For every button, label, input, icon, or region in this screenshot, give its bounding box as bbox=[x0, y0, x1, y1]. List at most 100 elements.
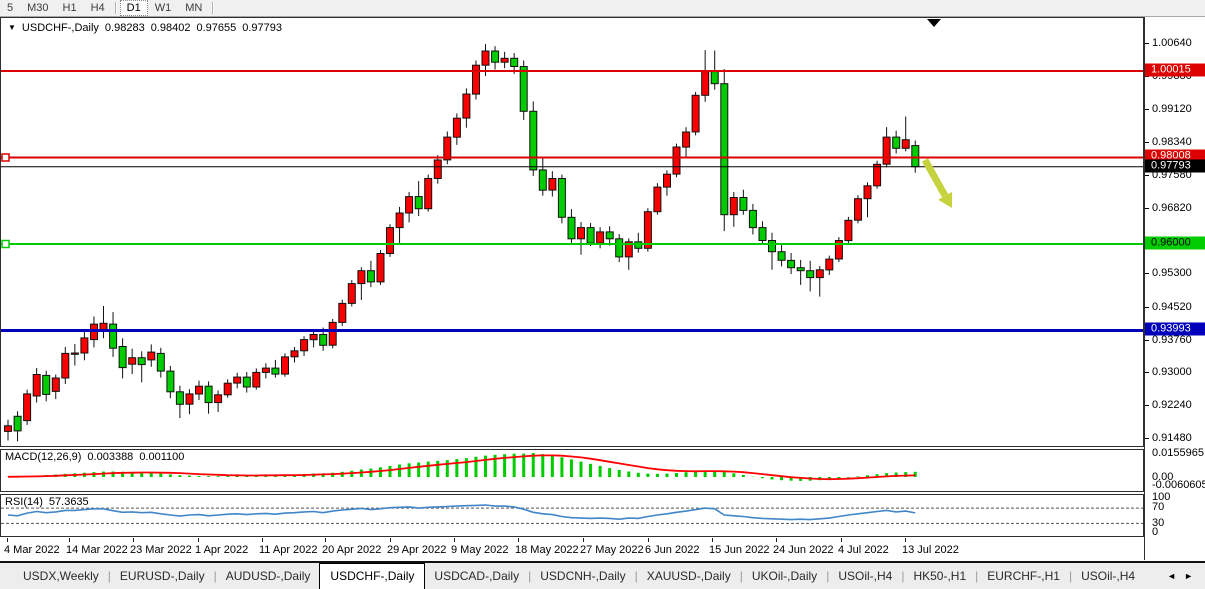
symbol-tab-xauusd-daily[interactable]: XAUUSD-,Daily bbox=[638, 563, 740, 589]
time-axis-label: 20 Apr 2022 bbox=[322, 544, 381, 556]
price-axis-label: 0.92240 bbox=[1152, 399, 1192, 411]
timeframe-button-h1[interactable]: H1 bbox=[56, 1, 84, 15]
candlesticks bbox=[5, 44, 919, 441]
timeframe-buttons: 5M30H1H4 D1W1MN bbox=[0, 0, 217, 16]
timeframe-button-d1[interactable]: D1 bbox=[120, 0, 148, 16]
time-axis-label: 24 Jun 2022 bbox=[773, 544, 834, 556]
time-axis-label: 27 May 2022 bbox=[580, 544, 644, 556]
price-axis-tick bbox=[1145, 340, 1149, 341]
price-axis-label: 0.96820 bbox=[1152, 202, 1192, 214]
rsi-value: 57.3635 bbox=[49, 496, 89, 508]
price-axis-tick bbox=[1145, 438, 1149, 439]
symbol-tab-eurchf-h1[interactable]: EURCHF-,H1 bbox=[978, 563, 1069, 589]
bar-shift-marker-icon[interactable] bbox=[927, 19, 941, 27]
time-axis-tick bbox=[712, 538, 713, 542]
time-axis-tick bbox=[454, 538, 455, 542]
timeframe-button-m30[interactable]: M30 bbox=[20, 1, 55, 15]
symbol-tab-eurusd-daily[interactable]: EURUSD-,Daily bbox=[111, 563, 214, 589]
symbol-tab-usdx-weekly[interactable]: USDX,Weekly bbox=[14, 563, 108, 589]
macd-scale-max: 0.0155965 bbox=[1152, 447, 1204, 459]
symbol-tab-hk50-h1[interactable]: HK50-,H1 bbox=[904, 563, 975, 589]
price-axis-tick bbox=[1145, 175, 1149, 176]
time-axis-label: 14 Mar 2022 bbox=[66, 544, 128, 556]
price-axis-label: 0.93000 bbox=[1152, 366, 1192, 378]
symbol-tab-audusd-daily[interactable]: AUDUSD-,Daily bbox=[217, 563, 320, 589]
timeframe-button-h4[interactable]: H4 bbox=[84, 1, 112, 15]
time-axis-label: 11 Apr 2022 bbox=[259, 544, 318, 556]
timeframe-button-w1[interactable]: W1 bbox=[148, 1, 179, 15]
tab-scroll-right-icon[interactable]: ► bbox=[1184, 571, 1193, 589]
time-axis-tick bbox=[905, 538, 906, 542]
tab-scroll-left-icon[interactable]: ◄ bbox=[1167, 571, 1176, 589]
chart-title: ▼ USDCHF-,Daily 0.98283 0.98402 0.97655 … bbox=[8, 22, 282, 34]
time-axis-tick bbox=[390, 538, 391, 542]
rsi-label: RSI(14) 57.3635 bbox=[5, 496, 89, 508]
main-chart-canvas[interactable] bbox=[1, 18, 1143, 446]
price-axis-tick bbox=[1145, 405, 1149, 406]
rsi-canvas[interactable] bbox=[1, 495, 1143, 536]
time-axis-label: 18 May 2022 bbox=[515, 544, 579, 556]
time-axis-label: 4 Mar 2022 bbox=[4, 544, 60, 556]
price-axis-label: 0.99120 bbox=[1152, 103, 1192, 115]
macd-scale-min: -0.0060605 bbox=[1152, 479, 1205, 491]
toolbar-separator bbox=[115, 2, 117, 14]
timeframe-button-mn[interactable]: MN bbox=[178, 1, 209, 15]
ohlc-open: 0.98283 bbox=[105, 22, 145, 34]
price-line-badge-1.00015: 1.00015 bbox=[1145, 64, 1205, 77]
time-axis-label: 29 Apr 2022 bbox=[387, 544, 446, 556]
time-axis-tick bbox=[776, 538, 777, 542]
macd-main-value: 0.003388 bbox=[87, 451, 133, 463]
time-axis-tick bbox=[518, 538, 519, 542]
time-axis-tick bbox=[198, 538, 199, 542]
time-axis-tick bbox=[69, 538, 70, 542]
time-axis-label: 13 Jul 2022 bbox=[902, 544, 959, 556]
price-axis-label: 0.94520 bbox=[1152, 301, 1192, 313]
symbol-tab-usdcad-daily[interactable]: USDCAD-,Daily bbox=[425, 563, 528, 589]
timeframe-button-5[interactable]: 5 bbox=[0, 1, 20, 15]
rsi-scale-0: 0 bbox=[1152, 526, 1158, 538]
price-axis-label: 0.95300 bbox=[1152, 267, 1192, 279]
price-axis-tick bbox=[1145, 273, 1149, 274]
macd-panel[interactable]: MACD(12,26,9) 0.003388 0.001100 bbox=[0, 449, 1144, 492]
rsi-scale-70: 70 bbox=[1152, 501, 1164, 513]
time-axis-tick bbox=[648, 538, 649, 542]
price-axis-tick bbox=[1145, 109, 1149, 110]
symbol-tab-usoil-h4[interactable]: USOil-,H4 bbox=[829, 563, 901, 589]
tab-scroll-controls: ◄ ► bbox=[1155, 563, 1205, 589]
price-axis: 1.006400.998800.991200.983400.975800.968… bbox=[1144, 17, 1205, 560]
time-axis-tick bbox=[7, 538, 8, 542]
price-axis-tick bbox=[1145, 372, 1149, 373]
symbol-tab-usdchf-daily-active[interactable]: USDCHF-,Daily bbox=[319, 563, 425, 589]
symbol-tab-usoil-h4[interactable]: USOil-,H4 bbox=[1072, 563, 1144, 589]
ohlc-high: 0.98402 bbox=[151, 22, 191, 34]
symbol-tab-usdcnh-daily[interactable]: USDCNH-,Daily bbox=[531, 563, 634, 589]
symbol-tabs: USDX,Weekly|EURUSD-,Daily|AUDUSD-,DailyU… bbox=[14, 563, 1144, 589]
ohlc-close: 0.97793 bbox=[242, 22, 282, 34]
macd-indicator-name: MACD(12,26,9) bbox=[5, 451, 81, 463]
price-axis-label: 0.91480 bbox=[1152, 432, 1192, 444]
time-axis-label: 23 Mar 2022 bbox=[130, 544, 192, 556]
main-chart-panel[interactable]: ▼ USDCHF-,Daily 0.98283 0.98402 0.97655 … bbox=[0, 17, 1144, 447]
time-axis-label: 6 Jun 2022 bbox=[645, 544, 699, 556]
symbol-tab-ukoil-daily[interactable]: UKOil-,Daily bbox=[743, 563, 826, 589]
price-line-badge-0.97793: 0.97793 bbox=[1145, 160, 1205, 173]
time-axis-tick bbox=[133, 538, 134, 542]
price-line-badge-0.96000: 0.96000 bbox=[1145, 237, 1205, 250]
symbol-dropdown-icon[interactable]: ▼ bbox=[8, 23, 16, 33]
horizontal-price-lines[interactable] bbox=[1, 71, 1143, 331]
chart-symbol-period: USDCHF-,Daily bbox=[22, 22, 99, 34]
price-axis-label: 0.93760 bbox=[1152, 334, 1192, 346]
price-axis-tick bbox=[1145, 307, 1149, 308]
time-axis-label: 15 Jun 2022 bbox=[709, 544, 770, 556]
time-axis-tick bbox=[325, 538, 326, 542]
price-line-badge-0.93993: 0.93993 bbox=[1145, 323, 1205, 336]
price-axis-tick bbox=[1145, 43, 1149, 44]
rsi-indicator-name: RSI(14) bbox=[5, 496, 43, 508]
symbol-tab-bar: USDX,Weekly|EURUSD-,Daily|AUDUSD-,DailyU… bbox=[0, 561, 1205, 589]
price-axis-label: 0.98340 bbox=[1152, 136, 1192, 148]
time-axis-tick bbox=[841, 538, 842, 542]
rsi-panel[interactable]: RSI(14) 57.3635 bbox=[0, 494, 1144, 537]
mt4-trading-terminal: { "toolbar": { "timeframes": ["5", "M30"… bbox=[0, 0, 1205, 589]
time-axis-label: 4 Jul 2022 bbox=[838, 544, 889, 556]
time-axis-label: 1 Apr 2022 bbox=[195, 544, 248, 556]
